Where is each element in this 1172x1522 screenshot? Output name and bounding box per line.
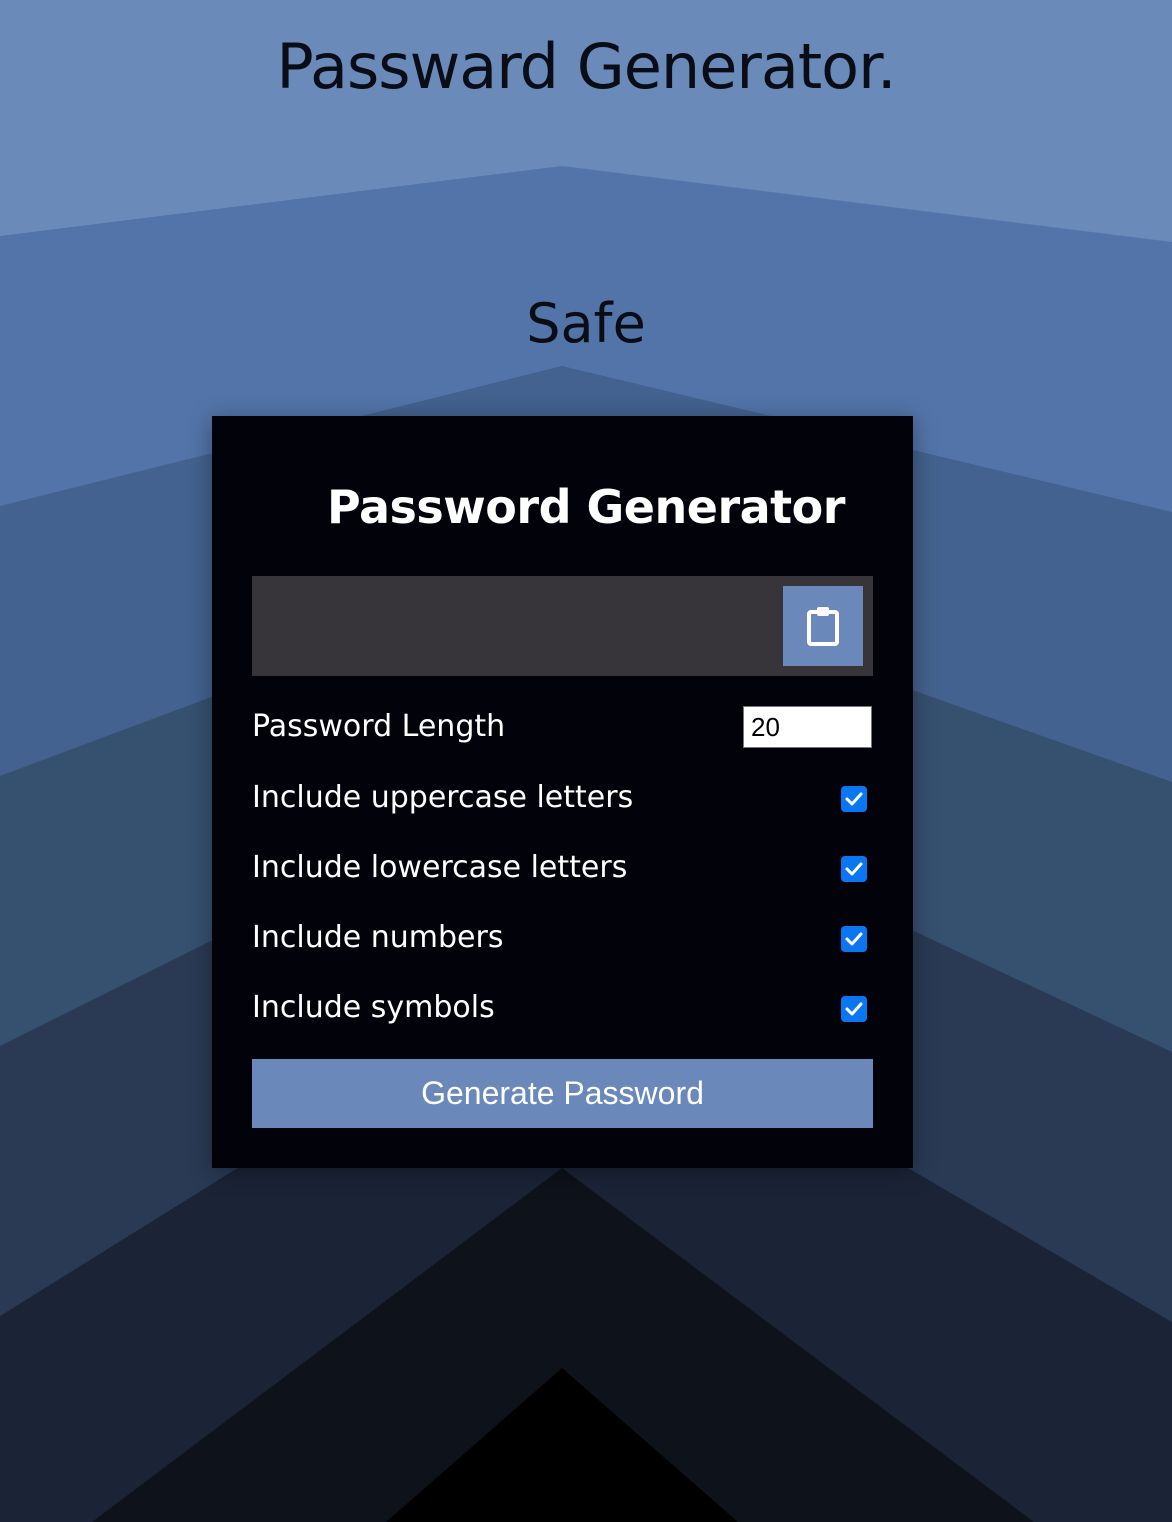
clipboard-icon [807,607,839,646]
copy-clipboard-button[interactable] [783,586,863,666]
lowercase-label: Include lowercase letters [252,850,628,885]
uppercase-label: Include uppercase letters [252,780,634,815]
checkmark-icon [845,1002,863,1016]
password-length-label: Password Length [252,709,506,744]
page-subtitle: Safe [526,292,646,355]
uppercase-checkbox[interactable] [841,786,867,812]
checkmark-icon [845,792,863,806]
symbols-label: Include symbols [252,990,495,1025]
card-title: Password Generator [327,480,845,534]
password-length-input[interactable] [743,706,872,748]
generate-password-button[interactable]: Generate Password [252,1059,873,1128]
numbers-label: Include numbers [252,920,504,955]
numbers-checkbox[interactable] [841,926,867,952]
checkmark-icon [845,932,863,946]
page-title: Passward Generator. [276,30,896,103]
password-result-box [252,576,873,676]
password-result-text [272,576,772,676]
symbols-checkbox[interactable] [841,996,867,1022]
checkmark-icon [845,862,863,876]
lowercase-checkbox[interactable] [841,856,867,882]
